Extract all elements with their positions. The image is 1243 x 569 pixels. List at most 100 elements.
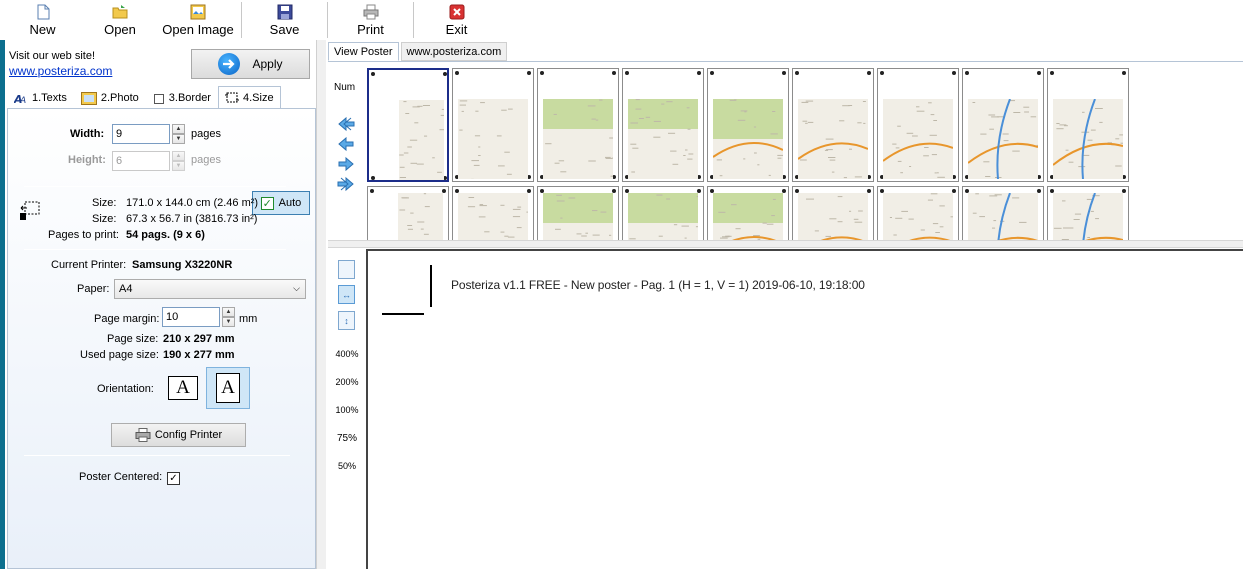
config-printer-label: Config Printer xyxy=(154,429,223,441)
page-thumbnail[interactable] xyxy=(792,68,874,182)
decrement-icon[interactable]: ▼ xyxy=(172,161,185,171)
fit-height-icon[interactable]: ↕ xyxy=(338,311,355,330)
map-tile-image xyxy=(458,193,528,241)
page-thumbnail[interactable] xyxy=(1047,68,1129,182)
map-tile-image xyxy=(968,99,1038,179)
apply-button[interactable]: Apply xyxy=(191,49,310,79)
map-tile-image xyxy=(458,99,528,179)
tab-size[interactable]: 4.Size xyxy=(217,86,281,108)
map-tile-image xyxy=(1053,99,1123,179)
website-link[interactable]: www.posteriza.com xyxy=(9,64,112,78)
tab-photo-label: 2.Photo xyxy=(100,92,139,104)
map-tile-image xyxy=(798,99,868,179)
last-page-icon[interactable] xyxy=(337,176,355,192)
portrait-button[interactable]: A xyxy=(206,367,250,409)
width-stepper[interactable]: ▲ ▼ xyxy=(172,124,185,144)
open-image-button[interactable]: Open Image xyxy=(155,0,241,40)
divider xyxy=(24,186,286,187)
first-page-icon[interactable] xyxy=(337,116,355,132)
panel-splitter[interactable] xyxy=(316,40,326,569)
increment-icon[interactable]: ▲ xyxy=(172,151,185,161)
exit-button[interactable]: Exit xyxy=(414,0,499,40)
page-thumbnail[interactable] xyxy=(707,186,789,241)
page-thumbnail[interactable] xyxy=(877,68,959,182)
new-button[interactable]: New xyxy=(0,0,85,40)
page-size-value: 210 x 297 mm xyxy=(163,333,235,345)
increment-icon[interactable]: ▲ xyxy=(172,124,185,134)
open-image-label: Open Image xyxy=(162,22,234,37)
config-printer-button[interactable]: Config Printer xyxy=(111,423,246,447)
next-page-icon[interactable] xyxy=(337,156,355,172)
size-tab-content: Width: 9 ▲ ▼ pages Height: 6 ▲ ▼ pages ✓ A… xyxy=(7,108,316,569)
print-button[interactable]: Print xyxy=(328,0,413,40)
tab-website[interactable]: www.posteriza.com xyxy=(400,42,508,61)
page-thumbnail[interactable] xyxy=(707,68,789,182)
tab-size-label: 4.Size xyxy=(242,91,274,104)
page-thumbnail[interactable] xyxy=(452,186,534,241)
zoom-100[interactable]: 100% xyxy=(328,405,366,415)
landscape-button[interactable]: A xyxy=(166,371,200,405)
corner-mark xyxy=(867,71,871,75)
settings-panel: Visit our web site! www.posteriza.com Ap… xyxy=(0,40,326,569)
settings-tabs: AA 1.Texts 2.Photo 3.Border 4.Size xyxy=(7,86,281,108)
fit-page-icon[interactable] xyxy=(338,260,355,279)
auto-toggle[interactable]: ✓ Auto xyxy=(252,191,310,215)
page-thumbnail[interactable] xyxy=(537,186,619,241)
tab-texts[interactable]: AA 1.Texts xyxy=(7,88,74,108)
poster-centered-checkbox[interactable]: ✓ xyxy=(167,472,180,485)
save-button[interactable]: Save xyxy=(242,0,327,40)
previous-page-icon[interactable] xyxy=(337,136,355,152)
page-thumbnail[interactable] xyxy=(962,186,1044,241)
page-preview: Posteriza v1.1 FREE - New poster - Pag. … xyxy=(366,249,1243,569)
used-page-size-value: 190 x 277 mm xyxy=(163,349,235,361)
zoom-400[interactable]: 400% xyxy=(328,349,366,359)
width-input[interactable]: 9 xyxy=(112,124,170,144)
open-label: Open xyxy=(104,22,136,37)
page-thumbnail[interactable] xyxy=(367,68,449,182)
paper-select[interactable]: A4 ⌵ xyxy=(114,279,306,299)
page-thumbnail[interactable] xyxy=(367,186,449,241)
crop-mark xyxy=(382,313,424,315)
map-tile-image xyxy=(1053,193,1123,241)
height-input[interactable]: 6 xyxy=(112,151,170,171)
open-button[interactable]: Open xyxy=(85,0,155,40)
tab-border[interactable]: 3.Border xyxy=(146,88,218,108)
page-thumbnail[interactable] xyxy=(1047,186,1129,241)
pages-to-print-value: 54 pags. (9 x 6) xyxy=(126,229,205,241)
height-stepper[interactable]: ▲ ▼ xyxy=(172,151,185,171)
tab-photo[interactable]: 2.Photo xyxy=(74,88,146,108)
page-thumbnail[interactable] xyxy=(877,186,959,241)
decrement-icon[interactable]: ▼ xyxy=(172,134,185,144)
page-thumbnail[interactable] xyxy=(622,186,704,241)
exit-x-icon xyxy=(449,4,465,20)
zoom-50[interactable]: 50% xyxy=(328,461,366,471)
page-thumbnail[interactable] xyxy=(452,68,534,182)
map-tile-image xyxy=(399,100,444,180)
height-unit: pages xyxy=(191,154,221,166)
crop-mark xyxy=(430,265,432,307)
zoom-controls: ↔ ↕ 400% 200% 100% 75% 50% xyxy=(328,248,364,569)
fit-width-icon[interactable]: ↔ xyxy=(338,285,355,304)
portrait-icon: A xyxy=(216,373,240,403)
width-unit: pages xyxy=(191,128,221,140)
page-thumbnail[interactable] xyxy=(622,68,704,182)
zoom-200[interactable]: 200% xyxy=(328,377,366,387)
page-thumbnails: Num xyxy=(328,61,1243,241)
current-printer-value: Samsung X3220NR xyxy=(132,259,233,271)
increment-icon[interactable]: ▲ xyxy=(222,307,235,317)
page-thumbnail[interactable] xyxy=(792,186,874,241)
page-thumbnail[interactable] xyxy=(537,68,619,182)
page-margin-input[interactable]: 10 xyxy=(162,307,220,327)
horizontal-splitter[interactable] xyxy=(328,240,1243,248)
zoom-75[interactable]: 75% xyxy=(328,433,366,444)
new-label: New xyxy=(29,22,56,37)
arrow-right-icon xyxy=(218,53,241,75)
corner-mark xyxy=(455,71,459,75)
page-thumbnail[interactable] xyxy=(962,68,1044,182)
printer-icon xyxy=(135,428,151,442)
page-margin-stepper[interactable]: ▲ ▼ xyxy=(222,307,235,327)
tab-view-poster[interactable]: View Poster xyxy=(328,42,399,61)
decrement-icon[interactable]: ▼ xyxy=(222,317,235,327)
map-tile-image xyxy=(883,99,953,179)
num-label[interactable]: Num xyxy=(334,82,355,93)
